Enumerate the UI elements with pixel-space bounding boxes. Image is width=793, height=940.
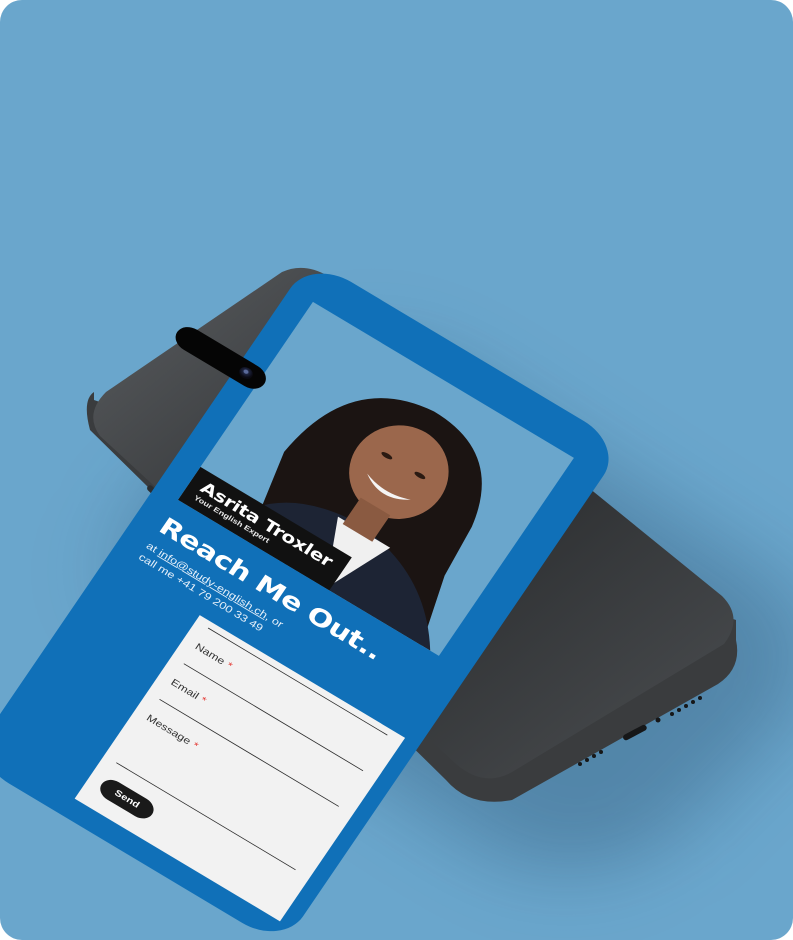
microphone-hole — [655, 717, 661, 723]
email-field[interactable] — [159, 698, 339, 807]
name-field-label: Name* — [193, 640, 235, 672]
email-field-label: Email* — [168, 676, 209, 706]
camera-lens-icon — [236, 364, 256, 382]
mockup-stage: Asrita Troxler Your English Expert Reach… — [0, 0, 793, 940]
required-mark: * — [190, 739, 201, 752]
email-suffix: or — [269, 615, 286, 631]
required-mark: * — [224, 659, 235, 672]
required-mark: * — [198, 694, 209, 706]
